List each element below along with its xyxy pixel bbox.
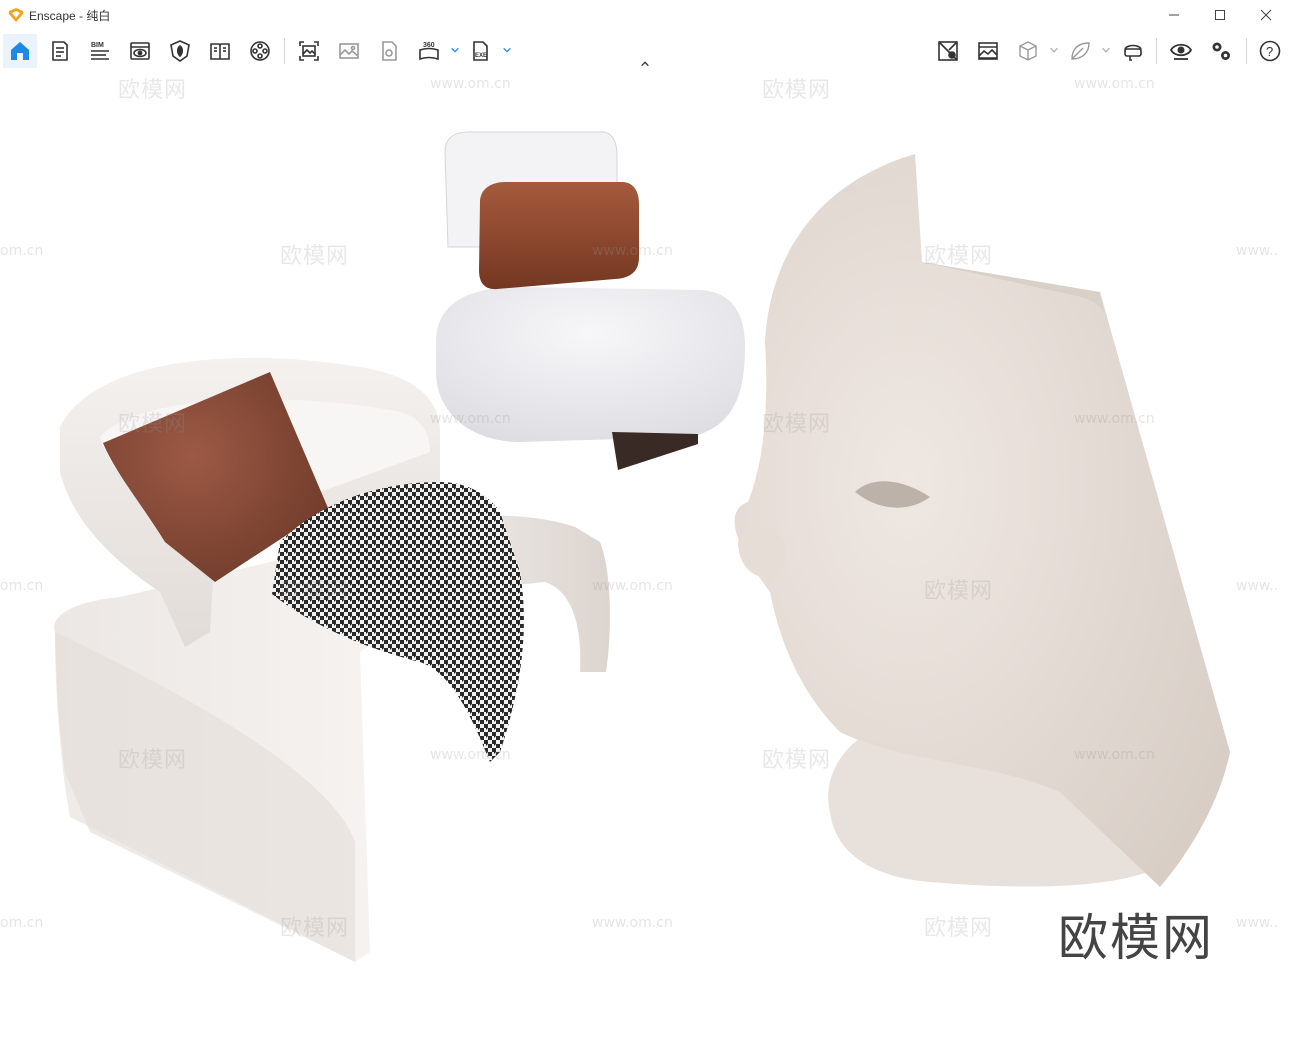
exe-file-icon: EXE <box>473 41 488 61</box>
material-leaf-button[interactable] <box>1063 34 1097 68</box>
maximize-icon <box>1215 10 1225 20</box>
visual-settings-button[interactable] <box>1164 34 1198 68</box>
render-viewport[interactable]: 欧模网 www.om.cn 欧模网 www.om.cn om.cn 欧模网 ww… <box>0 72 1289 1038</box>
capture-image-icon <box>299 41 319 61</box>
maximize-button[interactable] <box>1197 0 1243 30</box>
material-leaf-dropdown-button[interactable] <box>1100 44 1112 56</box>
svg-text:EXE: EXE <box>475 53 487 59</box>
svg-text:BIM: BIM <box>91 42 104 49</box>
live-update-button[interactable] <box>931 34 965 68</box>
document-list-icon <box>52 41 68 61</box>
title-bar: Enscape - 纯白 <box>0 0 1289 30</box>
svg-text:?: ? <box>1266 44 1273 59</box>
home-icon <box>11 42 29 60</box>
file-hand-icon <box>382 41 397 61</box>
project-info-button[interactable] <box>43 34 77 68</box>
close-icon <box>1260 9 1272 21</box>
toolbar-separator <box>1246 38 1247 64</box>
chevron-down-icon <box>503 47 511 53</box>
general-settings-button[interactable] <box>1204 34 1238 68</box>
window-controls <box>1151 0 1289 30</box>
chevron-down-icon <box>1102 47 1110 53</box>
cube-icon <box>1019 41 1037 61</box>
window-title: Enscape - 纯白 <box>29 8 111 23</box>
sync-image-icon <box>938 41 958 61</box>
material-editor-button[interactable] <box>203 34 237 68</box>
face-sculpture-chair <box>734 154 1230 887</box>
toolbar: BIM 360 EXE ? <box>0 30 1289 72</box>
bim-icon: BIM <box>91 42 109 60</box>
export-panorama-file-button[interactable] <box>372 34 406 68</box>
chevron-up-icon <box>641 61 649 67</box>
orthographic-dropdown-button[interactable] <box>1048 44 1060 56</box>
chevron-down-icon <box>451 47 459 53</box>
video-editor-button[interactable] <box>243 34 277 68</box>
armchair-with-pillow-and-throw <box>54 357 610 962</box>
landscape-icon <box>978 42 998 60</box>
eye-icon <box>1169 43 1193 60</box>
lounge-chair-with-leather-cushion <box>436 131 745 470</box>
minimize-icon <box>1169 14 1179 16</box>
batch-render-button[interactable] <box>332 34 366 68</box>
toolbar-separator <box>284 38 285 64</box>
eye-window-icon <box>130 42 150 60</box>
help-circle-icon: ? <box>1259 40 1281 62</box>
toolbar-separator <box>1156 38 1157 64</box>
export-exe-dropdown-button[interactable] <box>501 44 513 56</box>
book-icon <box>210 43 230 60</box>
scene-render <box>54 131 1230 962</box>
asset-library-button[interactable] <box>163 34 197 68</box>
export-exe-button[interactable]: EXE <box>464 34 498 68</box>
panorama-button[interactable]: 360 <box>412 34 446 68</box>
orthographic-button[interactable] <box>1011 34 1045 68</box>
watermark-logo: 欧模网 <box>1058 909 1214 967</box>
capture-view-button[interactable] <box>971 34 1005 68</box>
leaf-icon <box>1071 42 1090 60</box>
panorama-dropdown-button[interactable] <box>449 44 461 56</box>
vr-headset-button[interactable] <box>1116 34 1150 68</box>
image-stack-icon <box>339 43 359 59</box>
home-button[interactable] <box>3 34 37 68</box>
minimize-button[interactable] <box>1151 0 1197 30</box>
help-button[interactable]: ? <box>1253 34 1287 68</box>
panorama-360-icon: 360 <box>419 42 439 61</box>
views-button[interactable] <box>123 34 157 68</box>
bim-button[interactable]: BIM <box>83 34 117 68</box>
collapse-toolbar-button[interactable] <box>636 58 654 70</box>
enscape-logo-icon <box>9 8 23 22</box>
chevron-down-icon <box>1050 47 1058 53</box>
shield-leaf-icon <box>170 40 190 62</box>
gears-icon <box>1212 42 1230 60</box>
screenshot-button[interactable] <box>292 34 326 68</box>
close-button[interactable] <box>1243 0 1289 30</box>
film-reel-icon <box>250 41 270 61</box>
vr-headset-icon <box>1124 44 1142 61</box>
